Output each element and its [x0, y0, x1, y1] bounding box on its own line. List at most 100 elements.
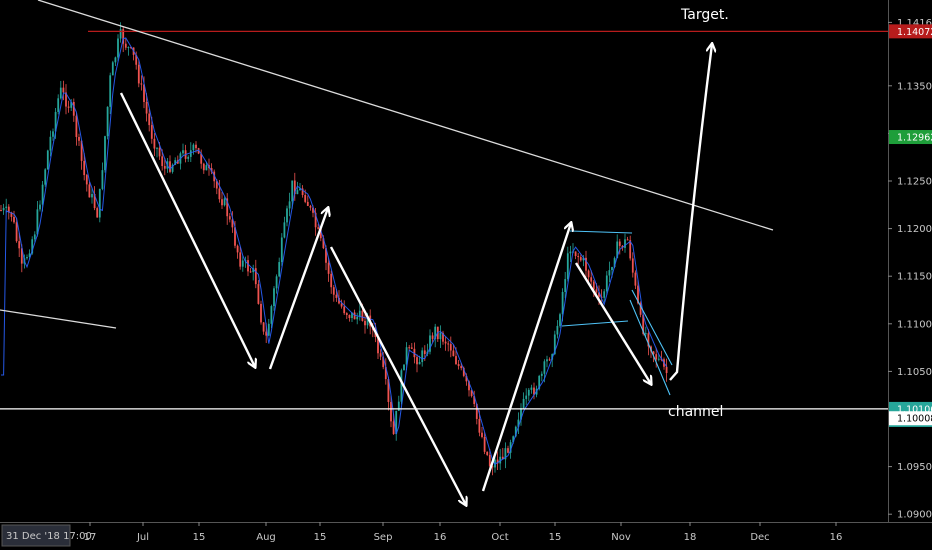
candle-body: [579, 257, 582, 261]
candle-body: [455, 356, 457, 365]
price-tick-label: 1.12500: [897, 177, 932, 188]
candle-body: [423, 350, 426, 355]
candle-body: [192, 144, 195, 151]
candle-body: [569, 251, 572, 254]
candle-body: [49, 136, 52, 151]
time-tick-label: 18: [684, 532, 697, 543]
price-tick-label: 1.12000: [897, 224, 932, 235]
candle-body: [239, 252, 242, 267]
candle-body: [13, 216, 15, 223]
candle-body: [304, 194, 307, 202]
candle-body: [540, 373, 543, 376]
candle-body: [236, 245, 239, 253]
candle-body: [247, 260, 249, 272]
candle-body: [309, 205, 312, 208]
candle-body: [418, 362, 421, 365]
price-axis[interactable]: [888, 0, 932, 522]
candle-body: [546, 359, 548, 362]
candle-body: [205, 165, 208, 171]
candle-body: [275, 276, 278, 289]
candle-body: [280, 237, 283, 263]
candle-body: [267, 323, 270, 336]
candle-body: [228, 216, 231, 220]
candle-body: [327, 262, 330, 274]
candle-body: [117, 38, 119, 58]
candle-body: [286, 208, 288, 223]
candle-body: [655, 354, 658, 360]
candle-body: [457, 364, 460, 367]
candle-body: [631, 258, 634, 273]
time-tick-label: 16: [830, 532, 843, 543]
candle-body: [270, 306, 273, 324]
candle-body: [439, 332, 442, 340]
price-label: 1.12962: [889, 130, 932, 145]
candle-body: [527, 389, 530, 396]
candle-body: [507, 448, 509, 453]
candle-body: [156, 147, 158, 149]
candle-body: [548, 359, 551, 361]
candle-body: [330, 273, 333, 288]
candle-body: [202, 163, 205, 171]
candle-body: [481, 432, 483, 438]
candle-body: [0, 210, 2, 211]
candle-body: [148, 113, 151, 126]
candle-body: [603, 291, 606, 298]
candle-body: [104, 136, 106, 171]
target-annotation: Target.: [680, 7, 729, 23]
candle-body: [408, 347, 411, 349]
candle-body: [483, 437, 486, 452]
candle-body: [364, 320, 366, 326]
candle-body: [379, 353, 382, 357]
time-tick-label: 15: [314, 532, 327, 543]
candle-body: [218, 188, 221, 200]
candle-body: [522, 398, 525, 409]
candle-body: [343, 306, 346, 314]
price-label: 1.10008: [889, 411, 932, 426]
price-tick-label: 1.11000: [897, 319, 932, 330]
candle-body: [592, 281, 595, 290]
candle-body: [400, 370, 403, 402]
candle-body: [5, 206, 8, 208]
price-label-text: 1.14072: [897, 27, 932, 38]
candle-body: [15, 222, 18, 242]
candle-body: [361, 310, 364, 321]
candle-body: [460, 366, 463, 369]
candle-body: [39, 204, 41, 210]
candle-body: [608, 270, 611, 276]
candle-body: [223, 198, 226, 206]
price-tick-label: 1.10500: [897, 367, 932, 378]
candle-body: [283, 222, 286, 238]
time-tick-label: 15: [549, 532, 562, 543]
candle-body: [67, 106, 70, 108]
candle-body: [403, 364, 405, 371]
candle-body: [431, 335, 434, 339]
price-chart[interactable]: Target. channel 1.141661.135001.130001.1…: [0, 0, 932, 550]
candle-body: [611, 267, 613, 271]
candle-body: [163, 166, 166, 169]
candle-body: [590, 277, 593, 282]
candle-body: [278, 262, 281, 277]
candle-body: [634, 272, 637, 286]
candle-body: [416, 357, 418, 365]
candle-body: [2, 207, 5, 211]
candle-body: [189, 150, 192, 157]
candle-body: [33, 234, 36, 240]
price-tick-label: 1.13500: [897, 81, 932, 92]
candle-body: [169, 161, 171, 172]
price-tick-label: 1.11500: [897, 272, 932, 283]
price-label: 1.14072: [889, 24, 932, 39]
candle-body: [306, 201, 309, 206]
candle-body: [96, 208, 99, 218]
candle-body: [644, 333, 647, 335]
candle-body: [626, 239, 629, 241]
candle-body: [26, 257, 28, 259]
candle-body: [335, 294, 338, 298]
candle-body: [624, 239, 626, 248]
candle-body: [101, 170, 104, 189]
candle-body: [657, 358, 660, 360]
candle-body: [332, 287, 335, 295]
candle-body: [124, 43, 127, 48]
candle-body: [59, 87, 62, 99]
time-tick-label: 15: [193, 532, 206, 543]
candle-body: [288, 201, 291, 209]
